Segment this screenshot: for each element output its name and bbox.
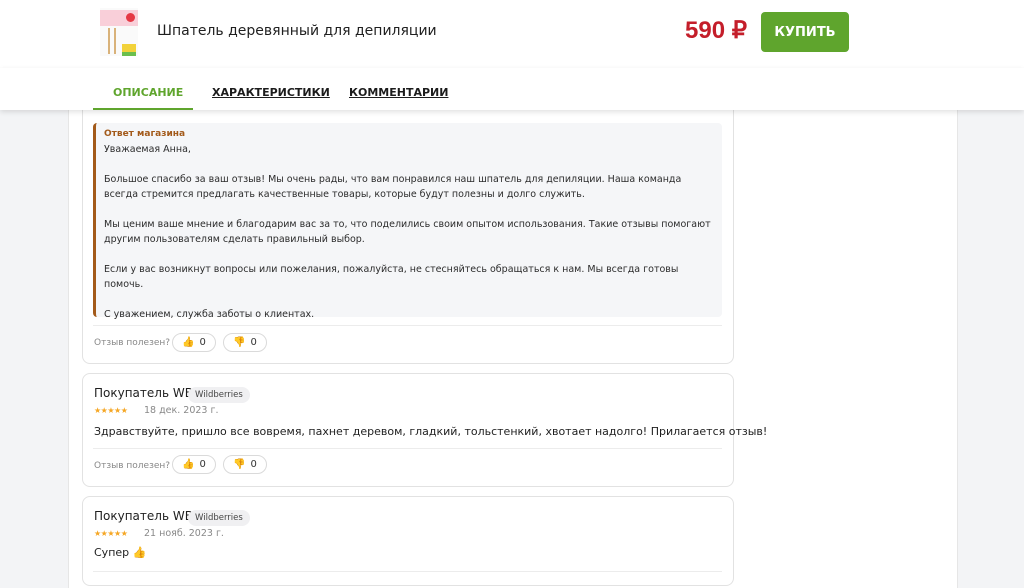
reply-paragraph: Если у вас возникнут вопросы или пожелан… [104,264,679,290]
thumbs-down-icon: 👎 [233,337,246,348]
store-reply-text: Уважаемая Анна, Большое спасибо за ваш о… [104,142,714,322]
divider [93,325,722,326]
reply-paragraph: Большое спасибо за ваш отзыв! Мы очень р… [104,174,682,200]
product-header: Шпатель деревянный для депиляции 590 ₽ К… [0,0,1024,68]
product-price: 590 ₽ [685,17,747,44]
rating-stars: ★★★★★ [94,529,128,538]
thumbs-down-count: 0 [250,337,257,348]
review-date: 21 нояб. 2023 г. [144,528,224,539]
review-date: 18 дек. 2023 г. [144,405,219,416]
thumbs-down-button[interactable]: 👎 0 [223,455,267,474]
store-reply-label: Ответ магазина [104,129,186,139]
review-text: Супер 👍 [94,546,147,559]
thumbs-down-count: 0 [250,459,257,470]
helpful-label: Отзыв полезен? [94,338,171,348]
reply-paragraph: Мы ценим ваше мнение и благодарим вас за… [104,219,711,245]
thumbnail-stick-graphic [108,28,110,54]
thumbs-up-icon: 👍 [182,459,195,470]
thumbs-up-button[interactable]: 👍 0 [172,333,216,352]
thumbs-up-count: 0 [199,459,206,470]
review-text: Здравствуйте, пришло все вовремя, пахнет… [94,425,768,438]
thumbnail-pack-graphic [122,44,136,52]
divider [93,571,722,572]
tab-description[interactable]: ОПИСАНИЕ [113,86,183,99]
product-thumbnail[interactable] [100,8,138,56]
thumbnail-pack-graphic [122,52,136,56]
divider [93,448,722,449]
tab-specifications[interactable]: ХАРАКТЕРИСТИКИ [212,86,330,99]
active-tab-indicator [93,108,193,110]
thumbs-up-button[interactable]: 👍 0 [172,455,216,474]
tab-comments[interactable]: КОММЕНТАРИИ [349,86,448,99]
tab-bar: ОПИСАНИЕ ХАРАКТЕРИСТИКИ КОММЕНТАРИИ [0,68,1024,110]
buy-button[interactable]: КУПИТЬ [761,12,849,52]
thumbs-up-count: 0 [199,337,206,348]
thumbs-up-icon: 👍 [182,337,195,348]
rating-stars: ★★★★★ [94,406,128,415]
thumbnail-stick-graphic [114,28,116,54]
reply-paragraph: С уважением, служба заботы о клиентах. [104,309,315,320]
reply-paragraph: Уважаемая Анна, [104,144,191,155]
thumbs-down-icon: 👎 [233,459,246,470]
review-author: Покупатель WB [94,509,193,523]
review-author: Покупатель WB [94,386,193,400]
thumbnail-badge-graphic [126,13,135,22]
source-badge: Wildberries [188,387,250,403]
source-badge: Wildberries [188,510,250,526]
thumbs-down-button[interactable]: 👎 0 [223,333,267,352]
product-title: Шпатель деревянный для депиляции [157,23,437,39]
helpful-label: Отзыв полезен? [94,461,171,471]
store-reply: Ответ магазина Уважаемая Анна, Большое с… [93,123,722,320]
